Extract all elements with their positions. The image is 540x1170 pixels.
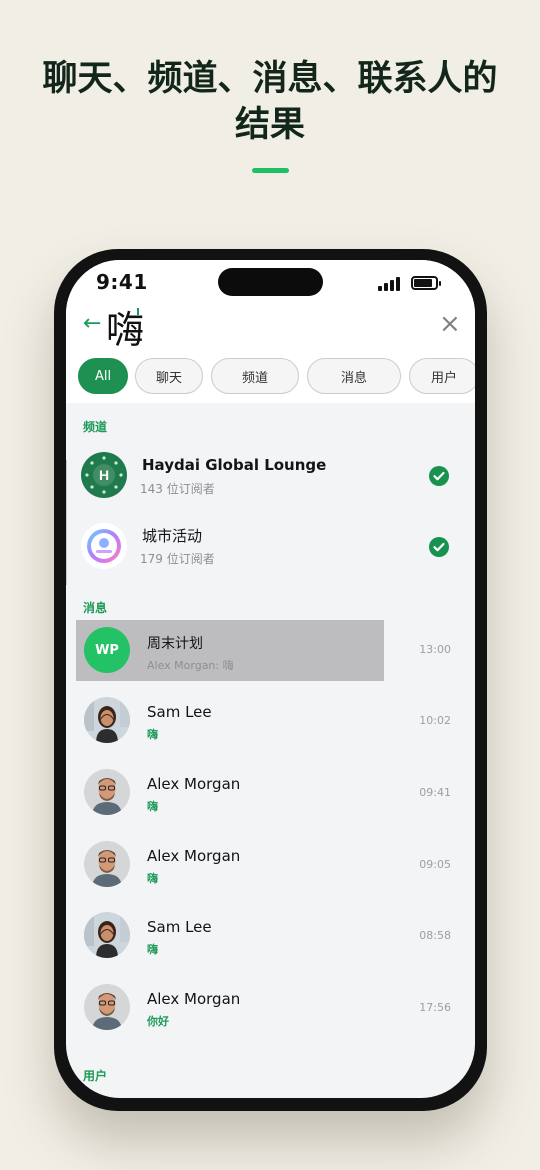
message-title: 周末计划 xyxy=(147,636,203,652)
filter-chips: All 聊天 频道 消息 用户 xyxy=(78,358,475,394)
message-title: Alex Morgan xyxy=(147,775,241,793)
headline-accent-bar xyxy=(252,168,289,173)
chip-messages[interactable]: 消息 xyxy=(307,358,401,394)
chip-users[interactable]: 用户 xyxy=(409,358,475,394)
phone-screen: 9:41 ← 嗨 × All 聊天 频道 消息 用户 频道 H Haydai G… xyxy=(66,260,475,1098)
text-cursor xyxy=(137,308,139,315)
dynamic-island xyxy=(218,268,323,296)
message-row[interactable]: Alex Morgan 嗨 09:05 xyxy=(66,829,475,899)
avatar-initials: WP xyxy=(95,642,119,658)
check-circle-icon xyxy=(429,537,449,557)
back-arrow-icon[interactable]: ← xyxy=(83,312,101,336)
channel-name: Haydai Global Lounge xyxy=(142,456,327,474)
message-title: Sam Lee xyxy=(147,918,212,936)
chip-channels[interactable]: 频道 xyxy=(211,358,299,394)
status-time: 9:41 xyxy=(96,270,148,294)
channel-subscribers: 179 位订阅者 xyxy=(140,552,215,566)
section-messages: 消息 xyxy=(83,601,108,615)
message-time: 09:05 xyxy=(419,858,451,871)
message-snippet: 嗨 xyxy=(147,728,158,741)
avatar xyxy=(84,841,130,887)
phone-frame: 9:41 ← 嗨 × All 聊天 频道 消息 用户 频道 H Haydai G… xyxy=(54,249,487,1111)
svg-text:H: H xyxy=(99,467,109,483)
message-time: 13:00 xyxy=(419,643,451,656)
avatar xyxy=(84,697,130,743)
message-snippet: 嗨 xyxy=(147,943,158,956)
message-time: 08:58 xyxy=(419,929,451,942)
message-snippet: Alex Morgan: 嗨 xyxy=(147,659,234,672)
message-row[interactable]: Sam Lee 嗨 10:02 xyxy=(66,685,475,755)
section-channels: 频道 xyxy=(83,420,108,434)
chip-chats[interactable]: 聊天 xyxy=(135,358,203,394)
headline-line-1: 聊天、频道、消息、联系人的 xyxy=(42,59,498,99)
channel-avatar: H xyxy=(81,452,127,498)
signal-icon xyxy=(378,277,402,291)
check-circle-icon xyxy=(429,466,449,486)
avatar xyxy=(84,984,130,1030)
message-title: Sam Lee xyxy=(147,703,212,721)
message-time: 09:41 xyxy=(419,786,451,799)
avatar xyxy=(84,912,130,958)
message-snippet: 嗨 xyxy=(147,800,158,813)
section-users: 用户 xyxy=(83,1069,108,1083)
channel-row[interactable]: H Haydai Global Lounge 143 位订阅者 xyxy=(66,440,475,510)
message-title: Alex Morgan xyxy=(147,847,241,865)
channel-avatar xyxy=(81,523,127,569)
message-title: Alex Morgan xyxy=(147,990,241,1008)
headline-line-2: 结果 xyxy=(234,105,305,145)
channel-row[interactable]: 城市活动 179 位订阅者 xyxy=(66,511,475,581)
message-snippet: 你好 xyxy=(147,1015,169,1028)
close-icon[interactable]: × xyxy=(439,310,461,338)
message-row[interactable]: Sam Lee 嗨 08:58 xyxy=(66,900,475,970)
avatar xyxy=(84,769,130,815)
message-snippet: 嗨 xyxy=(147,872,158,885)
message-row[interactable]: Alex Morgan 嗨 09:41 xyxy=(66,757,475,827)
channel-name: 城市活动 xyxy=(142,527,203,545)
message-time: 17:56 xyxy=(419,1001,451,1014)
headline: 聊天、频道、消息、联系人的 结果 xyxy=(0,56,540,148)
chip-all[interactable]: All xyxy=(78,358,128,394)
message-row[interactable]: Alex Morgan 你好 17:56 xyxy=(66,972,475,1042)
avatar: WP xyxy=(84,627,130,673)
battery-icon xyxy=(411,276,441,290)
message-time: 10:02 xyxy=(419,714,451,727)
channel-subscribers: 143 位订阅者 xyxy=(140,482,215,496)
message-row[interactable]: WP 周末计划 Alex Morgan: 嗨 13:00 xyxy=(66,615,475,685)
